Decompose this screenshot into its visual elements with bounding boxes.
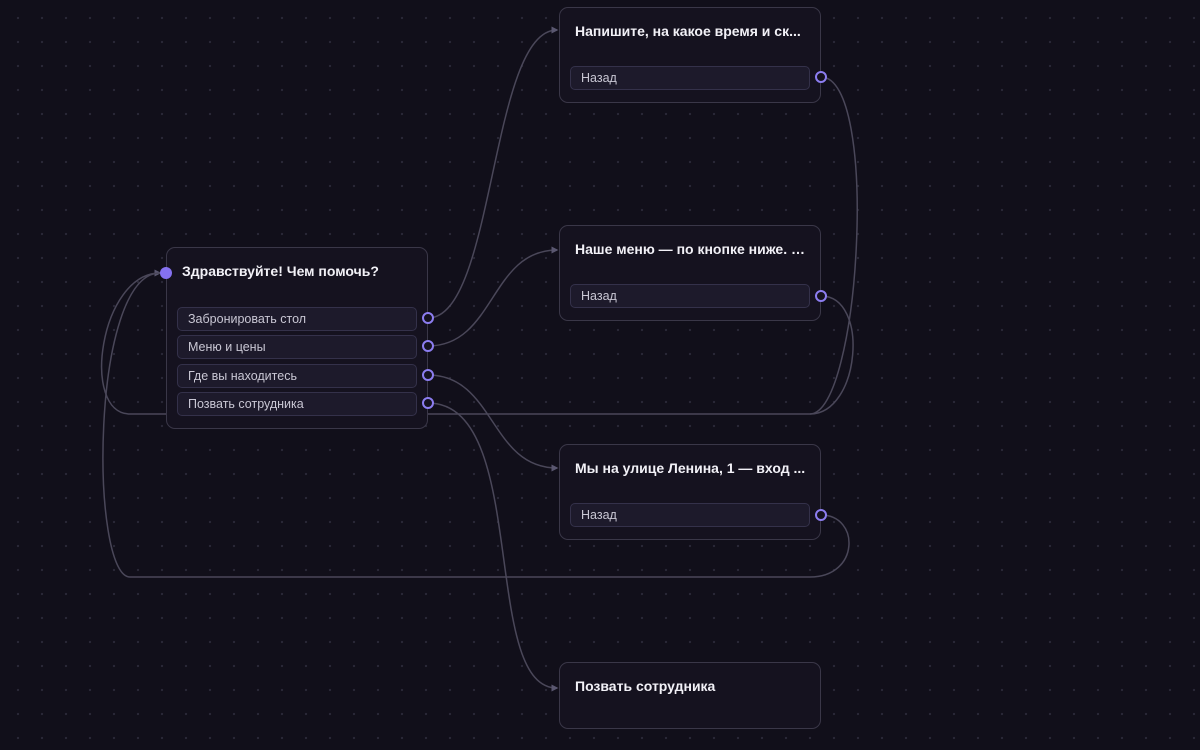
option-location[interactable]: Где вы находитесь bbox=[177, 364, 417, 388]
location-node-title: Мы на улице Ленина, 1 — вход ... bbox=[575, 460, 806, 476]
menu-back-port[interactable] bbox=[815, 290, 827, 302]
booking-node-title: Напишите, на какое время и ск... bbox=[575, 23, 801, 39]
option-book-table-port[interactable] bbox=[422, 312, 434, 324]
menu-node-title: Наше меню — по кнопке ниже. Е... bbox=[575, 241, 810, 257]
menu-node[interactable]: Наше меню — по кнопке ниже. Е... Назад bbox=[559, 225, 821, 321]
edge-staff-option-to-staff-node[interactable] bbox=[427, 402, 559, 692]
location-back-port[interactable] bbox=[815, 509, 827, 521]
booking-back-option[interactable]: Назад bbox=[570, 66, 810, 90]
location-node[interactable]: Мы на улице Ленина, 1 — вход ... Назад bbox=[559, 444, 821, 540]
edge-booking-option-to-booking-node[interactable] bbox=[427, 26, 559, 319]
option-call-staff[interactable]: Позвать сотрудника bbox=[177, 392, 417, 416]
edge-menu-option-to-menu-node[interactable] bbox=[427, 246, 559, 347]
booking-back-port[interactable] bbox=[815, 71, 827, 83]
start-node-title: Здравствуйте! Чем помочь? bbox=[182, 263, 379, 279]
start-node[interactable]: Здравствуйте! Чем помочь? Забронировать … bbox=[166, 247, 428, 429]
booking-node[interactable]: Напишите, на какое время и ск... Назад bbox=[559, 7, 821, 103]
option-menu-prices-port[interactable] bbox=[422, 340, 434, 352]
edge-location-option-to-location-node[interactable] bbox=[427, 374, 559, 472]
option-call-staff-port[interactable] bbox=[422, 397, 434, 409]
staff-node[interactable]: Позвать сотрудника bbox=[559, 662, 821, 729]
option-book-table[interactable]: Забронировать стол bbox=[177, 307, 417, 331]
staff-node-title: Позвать сотрудника bbox=[575, 678, 716, 694]
option-menu-prices[interactable]: Меню и цены bbox=[177, 335, 417, 359]
location-back-option[interactable]: Назад bbox=[570, 503, 810, 527]
start-node-input-port[interactable] bbox=[160, 267, 172, 279]
menu-back-option[interactable]: Назад bbox=[570, 284, 810, 308]
option-location-port[interactable] bbox=[422, 369, 434, 381]
